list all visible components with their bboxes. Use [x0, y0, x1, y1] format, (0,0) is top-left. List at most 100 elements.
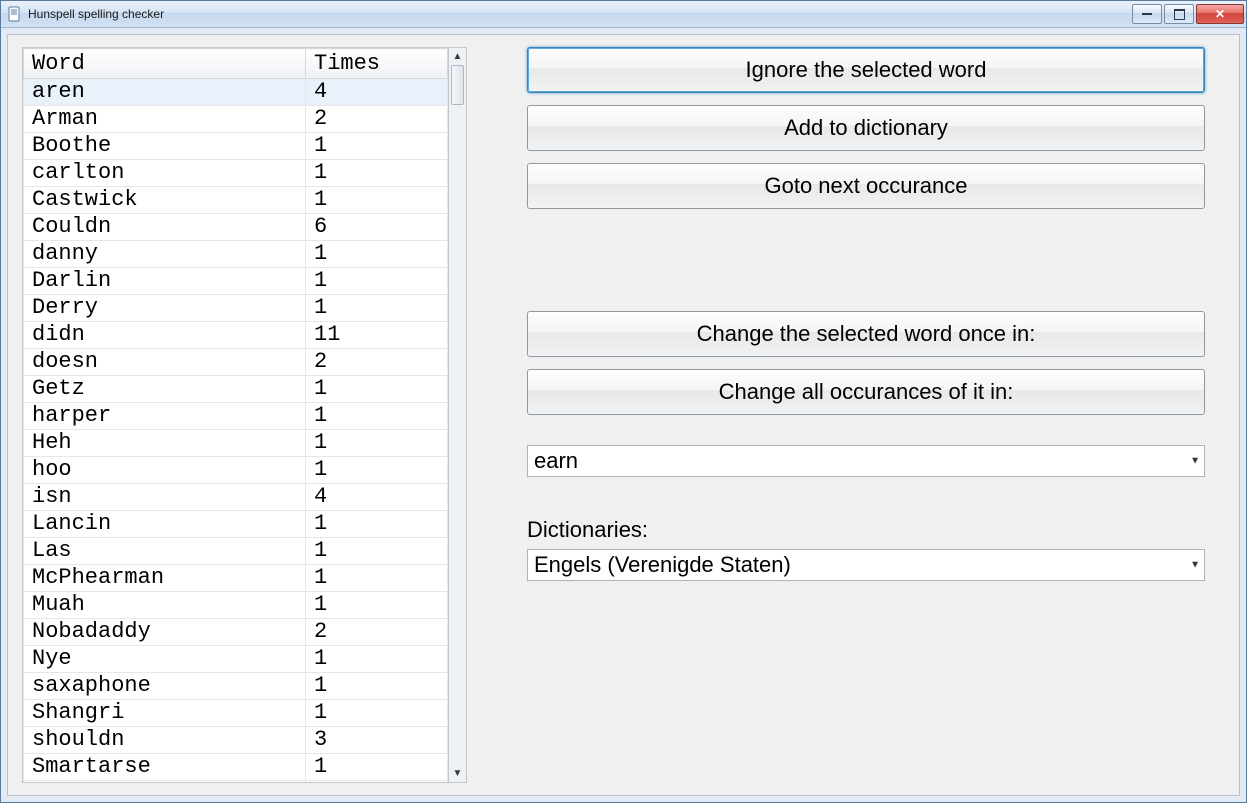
times-cell: 2	[306, 106, 448, 133]
times-cell: 4	[306, 484, 448, 511]
table-row[interactable]: Darlin1	[24, 268, 448, 295]
word-cell: McPhearman	[24, 565, 306, 592]
app-window: Hunspell spelling checker ✕ Word Times a…	[0, 0, 1247, 803]
times-cell: 1	[306, 160, 448, 187]
minimize-button[interactable]	[1132, 4, 1162, 24]
vertical-scrollbar[interactable]: ▲ ▼	[449, 47, 467, 783]
scrollbar-thumb[interactable]	[451, 65, 464, 105]
word-cell: Smartarse	[24, 754, 306, 781]
word-cell: Las	[24, 538, 306, 565]
table-row[interactable]: carlton1	[24, 160, 448, 187]
client-area: Word Times aren4Arman2Boothe1carlton1Cas…	[7, 34, 1240, 796]
times-cell: 11	[306, 322, 448, 349]
ignore-button[interactable]: Ignore the selected word	[527, 47, 1205, 93]
maximize-button[interactable]	[1164, 4, 1194, 24]
times-cell: 1	[306, 781, 448, 783]
table-row[interactable]: Nye1	[24, 646, 448, 673]
column-header-word[interactable]: Word	[24, 49, 306, 79]
word-cell: Nobadaddy	[24, 619, 306, 646]
table-row[interactable]: isn4	[24, 484, 448, 511]
times-cell: 3	[306, 727, 448, 754]
change-all-button[interactable]: Change all occurances of it in:	[527, 369, 1205, 415]
times-cell: 1	[306, 565, 448, 592]
titlebar[interactable]: Hunspell spelling checker ✕	[1, 1, 1246, 28]
goto-next-button[interactable]: Goto next occurance	[527, 163, 1205, 209]
times-cell: 1	[306, 538, 448, 565]
word-cell: didn	[24, 322, 306, 349]
table-row[interactable]: Nobadaddy2	[24, 619, 448, 646]
table-row[interactable]: hoo1	[24, 457, 448, 484]
word-cell: Muah	[24, 592, 306, 619]
table-row[interactable]: Lancin1	[24, 511, 448, 538]
table-row[interactable]: Couldn6	[24, 214, 448, 241]
times-cell: 1	[306, 241, 448, 268]
word-cell: Darlin	[24, 268, 306, 295]
table-row[interactable]: Las1	[24, 538, 448, 565]
word-cell: Castwick	[24, 187, 306, 214]
suggestion-value: earn	[534, 448, 578, 474]
table-row[interactable]: Smartarse1	[24, 754, 448, 781]
table-header-row[interactable]: Word Times	[24, 49, 448, 79]
table-row[interactable]: McPhearman1	[24, 565, 448, 592]
table-row[interactable]: Boothe1	[24, 133, 448, 160]
word-cell: carlton	[24, 160, 306, 187]
word-cell: Couldn	[24, 214, 306, 241]
table-row[interactable]: shouldn3	[24, 727, 448, 754]
word-cell: saxaphone	[24, 673, 306, 700]
times-cell: 6	[306, 214, 448, 241]
table-row[interactable]: Getz1	[24, 376, 448, 403]
times-cell: 1	[306, 268, 448, 295]
chevron-down-icon: ▼	[1190, 456, 1200, 467]
table-row[interactable]: Heh1	[24, 430, 448, 457]
times-cell: 1	[306, 376, 448, 403]
times-cell: 1	[306, 646, 448, 673]
times-cell: 1	[306, 430, 448, 457]
times-cell: 1	[306, 700, 448, 727]
table-row[interactable]: Derry1	[24, 295, 448, 322]
times-cell: 1	[306, 673, 448, 700]
dictionary-value: Engels (Verenigde Staten)	[534, 552, 791, 578]
table-row[interactable]: Arman2	[24, 106, 448, 133]
app-icon	[7, 6, 23, 22]
dictionary-combo[interactable]: Engels (Verenigde Staten) ▼	[527, 549, 1205, 581]
word-cell: Arman	[24, 106, 306, 133]
table-row[interactable]: saxaphone1	[24, 673, 448, 700]
change-once-button[interactable]: Change the selected word once in:	[527, 311, 1205, 357]
scrollbar-track[interactable]	[449, 65, 466, 765]
times-cell: 4	[306, 79, 448, 106]
word-cell: aren	[24, 79, 306, 106]
word-cell: harper	[24, 403, 306, 430]
word-cell: Lancin	[24, 511, 306, 538]
word-cell: Heh	[24, 430, 306, 457]
table-row[interactable]: doesn2	[24, 349, 448, 376]
table-row[interactable]: aren4	[24, 79, 448, 106]
times-cell: 1	[306, 511, 448, 538]
table-row[interactable]: Starlights1	[24, 781, 448, 783]
word-cell: Getz	[24, 376, 306, 403]
table-row[interactable]: Shangri1	[24, 700, 448, 727]
times-cell: 1	[306, 187, 448, 214]
table-row[interactable]: Muah1	[24, 592, 448, 619]
times-cell: 1	[306, 133, 448, 160]
scroll-up-arrow-icon[interactable]: ▲	[449, 48, 466, 65]
scroll-down-arrow-icon[interactable]: ▼	[449, 765, 466, 782]
times-cell: 1	[306, 457, 448, 484]
word-cell: Nye	[24, 646, 306, 673]
add-to-dictionary-button[interactable]: Add to dictionary	[527, 105, 1205, 151]
word-list-panel: Word Times aren4Arman2Boothe1carlton1Cas…	[22, 47, 467, 783]
table-row[interactable]: danny1	[24, 241, 448, 268]
word-table[interactable]: Word Times aren4Arman2Boothe1carlton1Cas…	[23, 48, 448, 783]
word-cell: danny	[24, 241, 306, 268]
word-cell: Starlights	[24, 781, 306, 783]
times-cell: 1	[306, 754, 448, 781]
table-row[interactable]: harper1	[24, 403, 448, 430]
table-row[interactable]: didn11	[24, 322, 448, 349]
suggestion-combo[interactable]: earn ▼	[527, 445, 1205, 477]
chevron-down-icon: ▼	[1190, 560, 1200, 571]
column-header-times[interactable]: Times	[306, 49, 448, 79]
close-button[interactable]: ✕	[1196, 4, 1244, 24]
table-row[interactable]: Castwick1	[24, 187, 448, 214]
times-cell: 2	[306, 349, 448, 376]
times-cell: 1	[306, 403, 448, 430]
times-cell: 1	[306, 592, 448, 619]
